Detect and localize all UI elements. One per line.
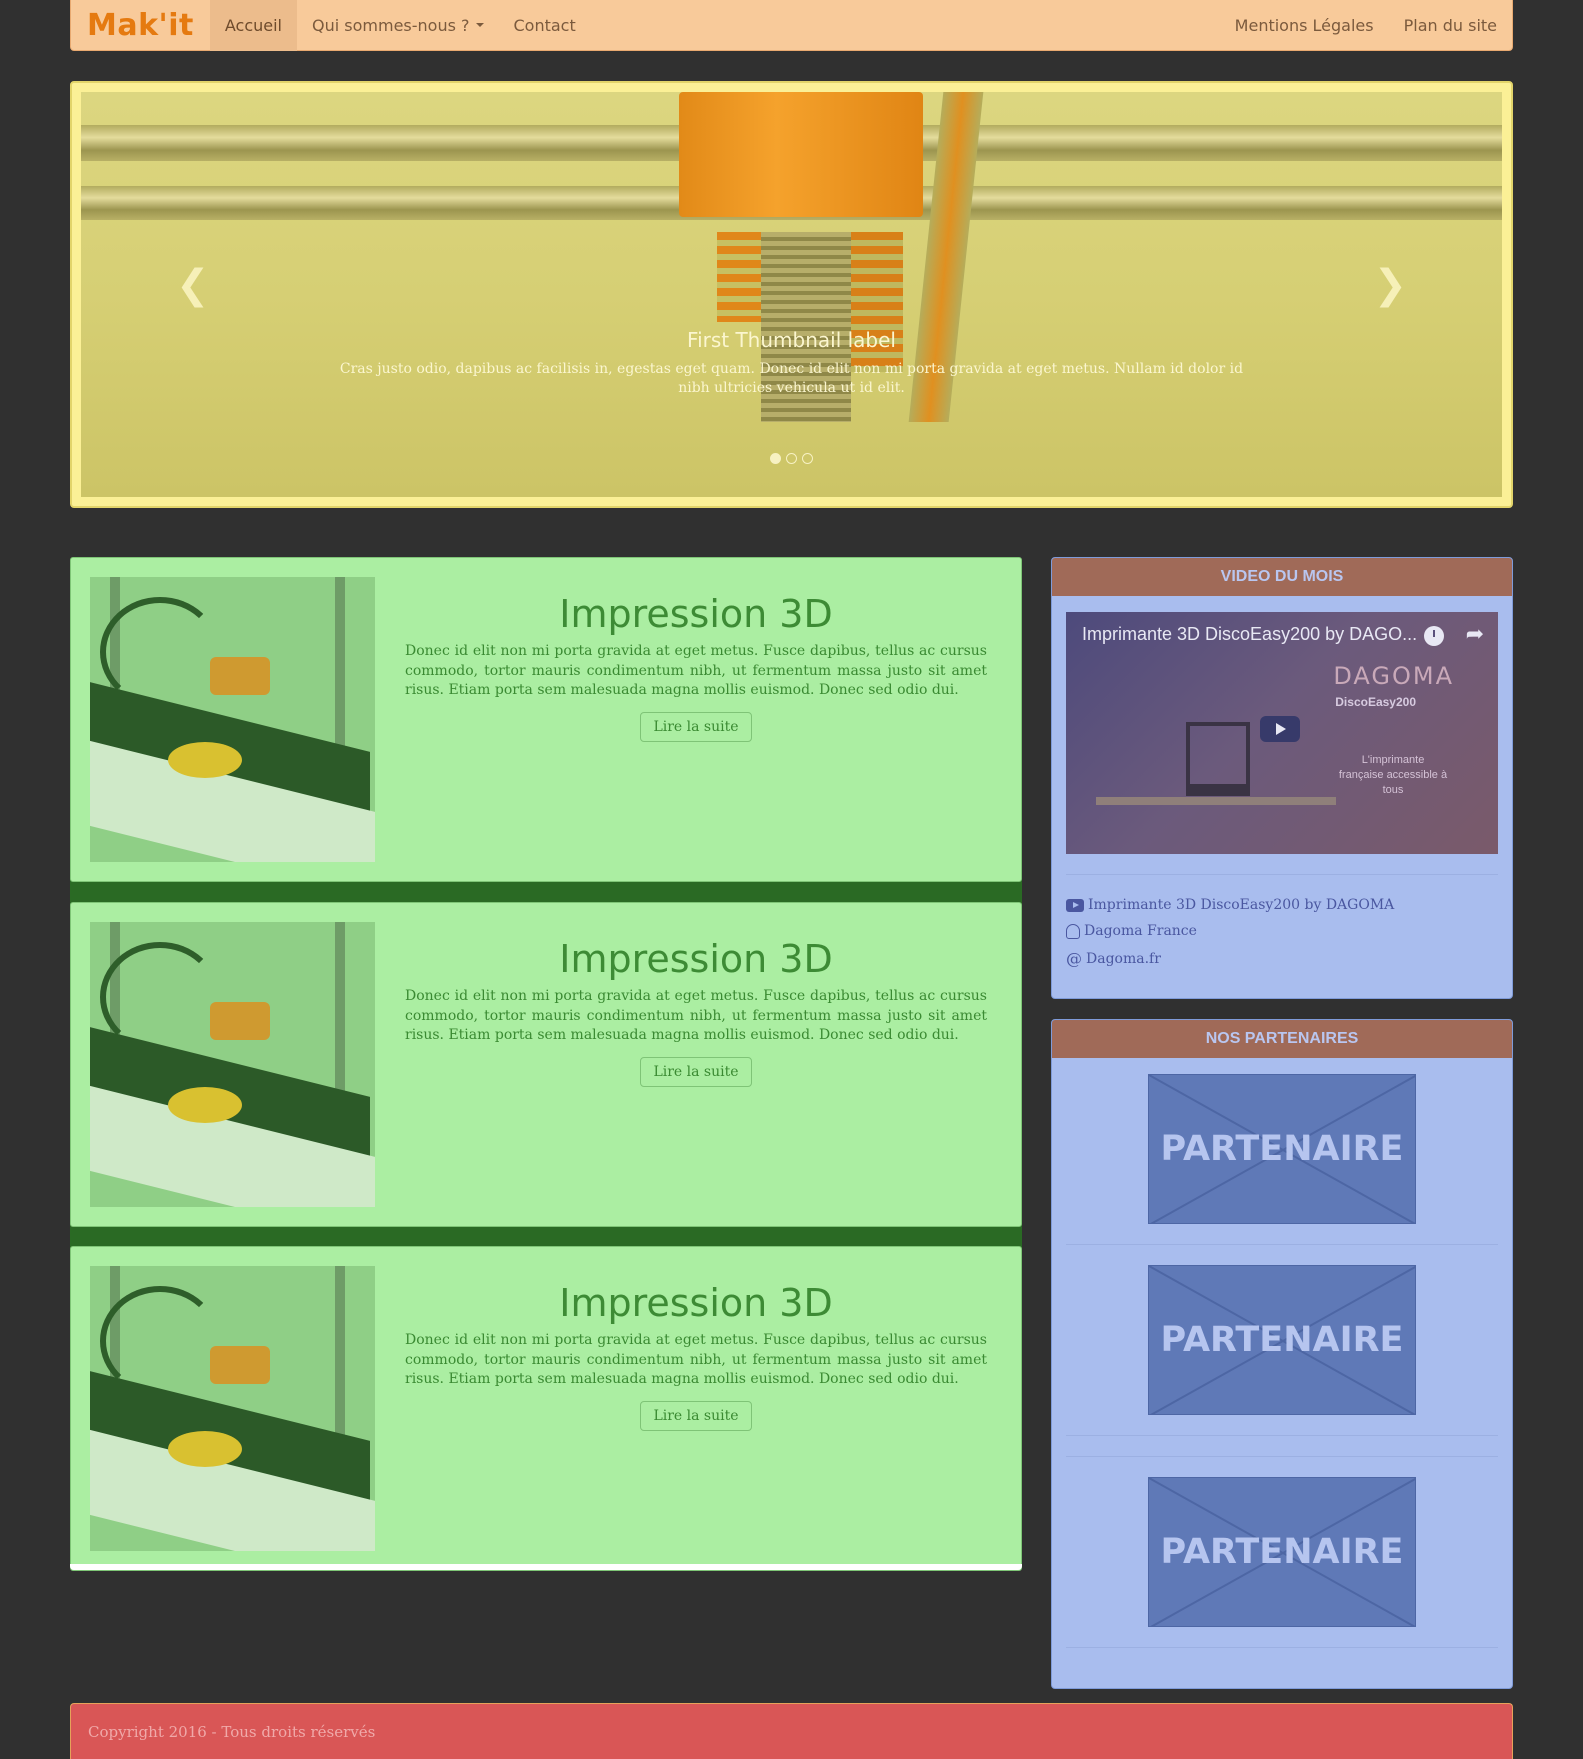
article-body: Impression 3D Donec id elit non mi porta… — [405, 1281, 987, 1431]
video-product-overlay: DiscoEasy200 — [1335, 695, 1416, 709]
video-brand-overlay: DAGOMA — [1333, 662, 1454, 690]
video-panel: VIDEO DU MOIS Imprimante 3D DiscoEasy200… — [1051, 557, 1513, 999]
video-embed[interactable]: Imprimante 3D DiscoEasy200 by DAGO... ➦ … — [1066, 612, 1498, 854]
divider — [1066, 1244, 1498, 1245]
video-link-channel[interactable]: Dagoma France — [1066, 923, 1394, 939]
chevron-right-icon[interactable]: ❯ — [1373, 262, 1407, 308]
article-image — [90, 922, 375, 1207]
partner-label: PARTENAIRE — [1160, 1532, 1404, 1572]
article-image — [90, 1266, 375, 1551]
video-link-site[interactable]: @ Dagoma.fr — [1066, 949, 1394, 968]
at-icon: @ — [1066, 949, 1082, 968]
divider — [1066, 1456, 1498, 1457]
user-icon — [1066, 923, 1080, 939]
carousel-indicators — [81, 453, 1502, 464]
partner-logo[interactable]: PARTENAIRE — [1148, 1477, 1416, 1627]
article-card: Impression 3D Donec id elit non mi porta… — [70, 902, 1022, 1227]
video-links: Imprimante 3D DiscoEasy200 by DAGOMA Dag… — [1066, 897, 1394, 978]
carousel-slide: ❮ ❯ First Thumbnail label Cras justo odi… — [81, 92, 1502, 497]
article-title: Impression 3D — [559, 592, 833, 636]
nav-item-qui-sommes-nous[interactable]: Qui sommes-nous ? — [297, 0, 499, 51]
video-table-illustration — [1096, 797, 1336, 805]
brand-logo[interactable]: Mak'it — [71, 8, 210, 43]
article-card: Impression 3D Donec id elit non mi porta… — [70, 1246, 1022, 1571]
video-link-channel-label: Dagoma France — [1084, 923, 1197, 939]
article-text: Donec id elit non mi porta gravida at eg… — [405, 1332, 987, 1387]
share-icon[interactable]: ➦ — [1466, 622, 1484, 647]
caret-down-icon — [475, 23, 484, 27]
video-link-site-label: Dagoma.fr — [1086, 950, 1161, 967]
video-link-title[interactable]: Imprimante 3D DiscoEasy200 by DAGOMA — [1066, 897, 1394, 913]
article-title: Impression 3D — [559, 937, 833, 981]
video-panel-heading: VIDEO DU MOIS — [1052, 558, 1512, 596]
article-body: Impression 3D Donec id elit non mi porta… — [405, 592, 987, 742]
article-title: Impression 3D — [559, 1281, 833, 1325]
video-tagline-overlay: L'imprimante française accessible à tous — [1338, 754, 1448, 796]
video-link-title-label: Imprimante 3D DiscoEasy200 by DAGOMA — [1088, 897, 1395, 913]
divider — [1066, 1435, 1498, 1436]
carousel-image-carriage — [679, 92, 923, 217]
carousel-caption: First Thumbnail label Cras justo odio, d… — [331, 328, 1252, 398]
carousel-caption-text: Cras justo odio, dapibus ac facilisis in… — [339, 361, 1244, 396]
partner-label: PARTENAIRE — [1160, 1320, 1404, 1360]
nav-item-contact[interactable]: Contact — [499, 0, 591, 51]
nav-item-accueil[interactable]: Accueil — [209, 0, 297, 51]
nav-item-qui-sommes-nous-label: Qui sommes-nous ? — [312, 15, 470, 35]
partners-panel-heading: NOS PARTENAIRES — [1052, 1020, 1512, 1058]
footer: Copyright 2016 - Tous droits réservés — [70, 1703, 1513, 1759]
partner-logo[interactable]: PARTENAIRE — [1148, 1265, 1416, 1415]
article-body: Impression 3D Donec id elit non mi porta… — [405, 937, 987, 1087]
articles-list: Impression 3D Donec id elit non mi porta… — [70, 557, 1022, 1571]
chevron-left-icon[interactable]: ❮ — [176, 262, 210, 308]
footer-copyright: Copyright 2016 - Tous droits réservés — [88, 1722, 376, 1741]
article-card: Impression 3D Donec id elit non mi porta… — [70, 557, 1022, 882]
divider — [1066, 1647, 1498, 1648]
carousel: ❮ ❯ First Thumbnail label Cras justo odi… — [70, 81, 1513, 508]
youtube-icon — [1066, 898, 1084, 912]
article-text: Donec id elit non mi porta gravida at eg… — [405, 988, 987, 1043]
carousel-image-fan — [717, 232, 765, 322]
divider — [1066, 874, 1498, 875]
navbar: Mak'it Accueil Qui sommes-nous ? Contact… — [70, 0, 1513, 51]
play-icon[interactable] — [1260, 716, 1300, 742]
read-more-button[interactable]: Lire la suite — [640, 711, 752, 742]
partners-panel: NOS PARTENAIRES PARTENAIRE PARTENAIRE PA… — [1051, 1019, 1513, 1689]
carousel-caption-title: First Thumbnail label — [687, 328, 896, 352]
read-more-button[interactable]: Lire la suite — [640, 1400, 752, 1431]
carousel-indicator-2[interactable] — [786, 453, 797, 464]
read-more-button[interactable]: Lire la suite — [640, 1056, 752, 1087]
article-text: Donec id elit non mi porta gravida at eg… — [405, 643, 987, 698]
article-image — [90, 577, 375, 862]
video-printer-illustration — [1186, 722, 1250, 796]
carousel-indicator-3[interactable] — [802, 453, 813, 464]
video-title[interactable]: Imprimante 3D DiscoEasy200 by DAGO... — [1082, 624, 1417, 645]
navbar-right: Mentions Légales Plan du site — [1220, 0, 1512, 51]
partner-logo[interactable]: PARTENAIRE — [1148, 1074, 1416, 1224]
nav-item-plan-du-site[interactable]: Plan du site — [1389, 0, 1512, 51]
clock-icon[interactable] — [1424, 626, 1444, 646]
nav-item-mentions-legales[interactable]: Mentions Légales — [1220, 0, 1389, 51]
carousel-indicator-1[interactable] — [770, 453, 781, 464]
partner-label: PARTENAIRE — [1160, 1129, 1404, 1169]
